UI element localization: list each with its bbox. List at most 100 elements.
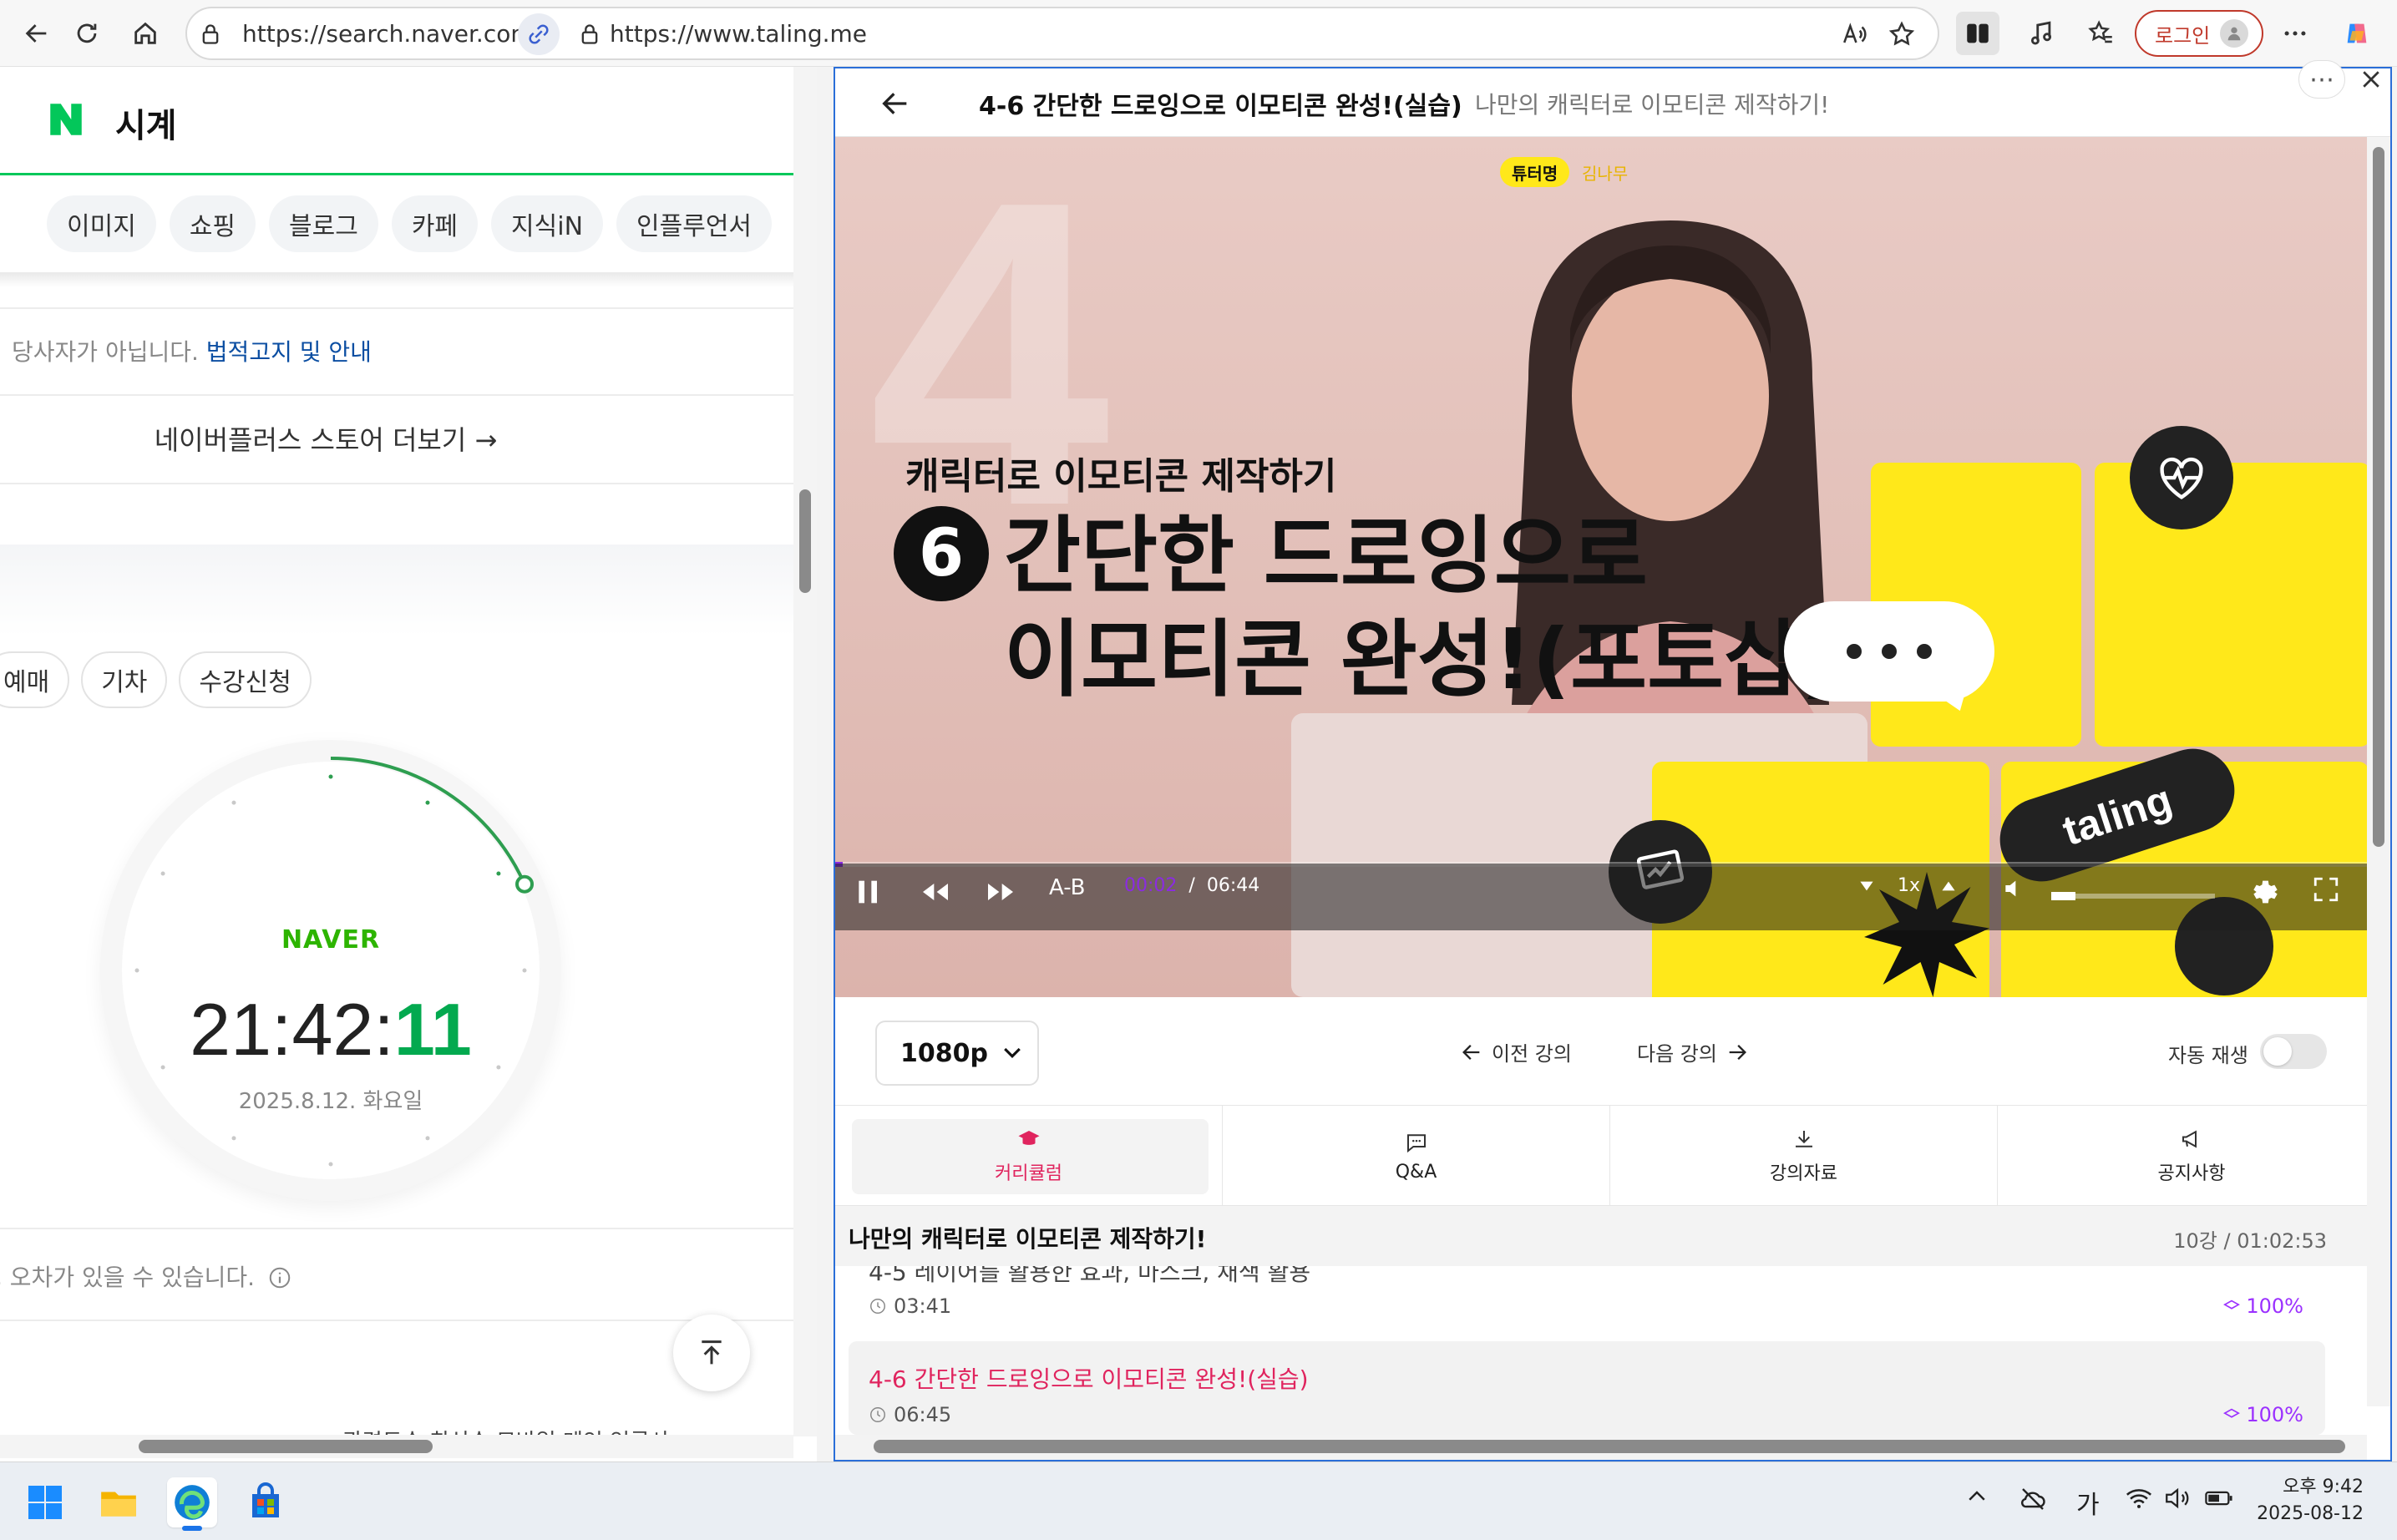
- file-explorer-button[interactable]: [94, 1477, 144, 1527]
- pane-more-button[interactable]: ⋯: [2298, 60, 2345, 99]
- split-screen-link-icon[interactable]: [518, 13, 560, 55]
- tab-curriculum[interactable]: 커리큘럼: [835, 1106, 1223, 1206]
- lesson-progress-text: 100%: [2246, 1294, 2303, 1318]
- home-button[interactable]: [124, 12, 167, 55]
- address-bar[interactable]: https://search.naver.com https://www.tal…: [185, 7, 1939, 60]
- folder-icon: [101, 1492, 136, 1517]
- clock-tick: [522, 968, 527, 973]
- naver-header: 시계: [0, 67, 793, 175]
- speed-up-button[interactable]: [1938, 875, 1959, 897]
- scroll-to-top-button[interactable]: [673, 1315, 750, 1391]
- seconds-arc: [330, 757, 526, 885]
- tab-images[interactable]: 이미지: [47, 195, 156, 252]
- fast-forward-button[interactable]: [984, 875, 1017, 909]
- tab-kin[interactable]: 지식iN: [491, 195, 604, 252]
- tab-notices[interactable]: 공지사항: [1998, 1106, 2385, 1206]
- clock-seconds: 11: [393, 988, 472, 1071]
- fullscreen-button[interactable]: [2312, 875, 2340, 904]
- warning-text: , 오차가 있을 수 있습니다.: [0, 1264, 256, 1291]
- naver-logo-icon[interactable]: [45, 99, 87, 140]
- edge-browser-button[interactable]: [167, 1477, 217, 1531]
- next-lecture-button[interactable]: 다음 강의: [1637, 1037, 1749, 1066]
- chip-train[interactable]: 기차: [81, 651, 168, 708]
- clock-tick: [160, 871, 165, 876]
- lesson-duration-text: 06:45: [894, 1403, 952, 1426]
- clock-date: 2025.8.12. 화요일: [238, 1089, 423, 1114]
- system-clock[interactable]: 오후 9:42 2025-08-12: [2255, 1474, 2364, 1527]
- video-subtitle: 캐릭터로 이모티콘 제작하기: [905, 455, 1337, 498]
- clock-tick: [425, 1136, 430, 1141]
- wifi-status[interactable]: [2125, 1484, 2153, 1512]
- media-control-button[interactable]: [2019, 12, 2063, 55]
- onedrive-status[interactable]: [2018, 1484, 2048, 1514]
- quality-select[interactable]: 1080p: [875, 1021, 1039, 1086]
- tab-materials[interactable]: 강의자료: [1610, 1106, 1998, 1206]
- ime-indicator[interactable]: 가: [2076, 1484, 2100, 1521]
- refresh-button[interactable]: [65, 12, 109, 55]
- tab-shopping[interactable]: 쇼핑: [169, 195, 256, 252]
- store-more-link[interactable]: 네이버플러스 스토어 더보기 →: [0, 419, 651, 458]
- chip-ticket[interactable]: 예매: [0, 651, 70, 708]
- lesson-item-current[interactable]: 4-6 간단한 드로잉으로 이모티콘 완성!(실습) 06:45 100%: [849, 1341, 2325, 1435]
- chip-course-registration[interactable]: 수강신청: [179, 651, 312, 708]
- tray-overflow-button[interactable]: [1964, 1484, 1989, 1509]
- start-button[interactable]: [20, 1477, 70, 1527]
- avatar-icon: [2220, 19, 2249, 48]
- speed-down-button[interactable]: [1856, 875, 1878, 897]
- left-vertical-scroll-thumb[interactable]: [799, 489, 811, 593]
- player-options-bar: 1080p 이전 강의 다음 강의 자동 재생: [835, 997, 2367, 1106]
- split-screen-icon: [1967, 23, 1989, 43]
- login-label: 로그인: [2155, 23, 2211, 48]
- left-horizontal-scroll-thumb[interactable]: [139, 1440, 433, 1453]
- battery-status[interactable]: [2203, 1484, 2235, 1512]
- lesson-duration-text: 03:41: [894, 1294, 952, 1318]
- pause-button[interactable]: [852, 875, 885, 909]
- favorite-star-icon[interactable]: [1888, 20, 1916, 48]
- back-button[interactable]: [15, 12, 58, 55]
- login-button[interactable]: 로그인: [2135, 10, 2263, 57]
- home-icon: [134, 22, 156, 44]
- more-menu-button[interactable]: [2273, 12, 2317, 55]
- tab-blog[interactable]: 블로그: [269, 195, 378, 252]
- close-pane-button[interactable]: [2352, 60, 2390, 99]
- edge-icon: [175, 1485, 210, 1520]
- tab-influencer[interactable]: 인플루언서: [616, 195, 773, 252]
- tab-cafe[interactable]: 카페: [391, 195, 479, 252]
- split-screen-button[interactable]: [1956, 12, 1999, 55]
- ab-repeat-button[interactable]: A-B: [1049, 875, 1086, 900]
- right-horizontal-scroll-thumb[interactable]: [874, 1440, 2345, 1453]
- info-icon[interactable]: [267, 1265, 292, 1290]
- legal-link[interactable]: 법적고지 및 안내: [206, 338, 372, 366]
- mute-button[interactable]: [2001, 875, 2028, 902]
- refresh-icon: [77, 23, 97, 43]
- copilot-icon: [2347, 23, 2367, 43]
- autoplay-toggle[interactable]: [2260, 1034, 2327, 1069]
- clock-tick: [231, 1136, 236, 1141]
- volume-status[interactable]: [2163, 1484, 2192, 1512]
- volume-track[interactable]: [2051, 894, 2215, 899]
- favorites-button[interactable]: [2080, 12, 2123, 55]
- naver-clock: NAVER 21:42:11 2025.8.12. 화요일: [100, 740, 561, 1201]
- next-lecture-label: 다음 강의: [1637, 1042, 1717, 1066]
- right-vertical-scroll-thumb[interactable]: [2373, 147, 2384, 847]
- clock-time: 21:42:11: [100, 987, 561, 1072]
- divider: [0, 272, 793, 287]
- rewind-button[interactable]: [919, 875, 952, 909]
- lesson-progress: 100%: [2222, 1294, 2303, 1318]
- left-vertical-scrollbar[interactable]: [793, 67, 817, 1436]
- lecture-title: 4-6 간단한 드로잉으로 이모티콘 완성!(실습): [979, 92, 1462, 121]
- copilot-button[interactable]: [2335, 12, 2379, 55]
- back-arrow-icon[interactable]: [879, 87, 912, 120]
- speed-value: 1x: [1898, 875, 1921, 896]
- legal-notice: 당사자가 아닙니다. 법적고지 및 안내: [12, 334, 372, 367]
- divider: [0, 394, 793, 396]
- store-button[interactable]: [241, 1477, 291, 1527]
- read-aloud-icon[interactable]: [1841, 20, 1869, 48]
- time-separator: /: [1188, 875, 1195, 896]
- chevron-down-icon: [1004, 1047, 1021, 1058]
- lecture-tabs: 커리큘럼 Q&A 강의자료 공지사항: [835, 1106, 2367, 1206]
- settings-button[interactable]: [2247, 875, 2280, 909]
- system-time: 오후 9:42: [2283, 1477, 2364, 1497]
- prev-lecture-button[interactable]: 이전 강의: [1460, 1037, 1572, 1066]
- tab-qna[interactable]: Q&A: [1223, 1106, 1610, 1206]
